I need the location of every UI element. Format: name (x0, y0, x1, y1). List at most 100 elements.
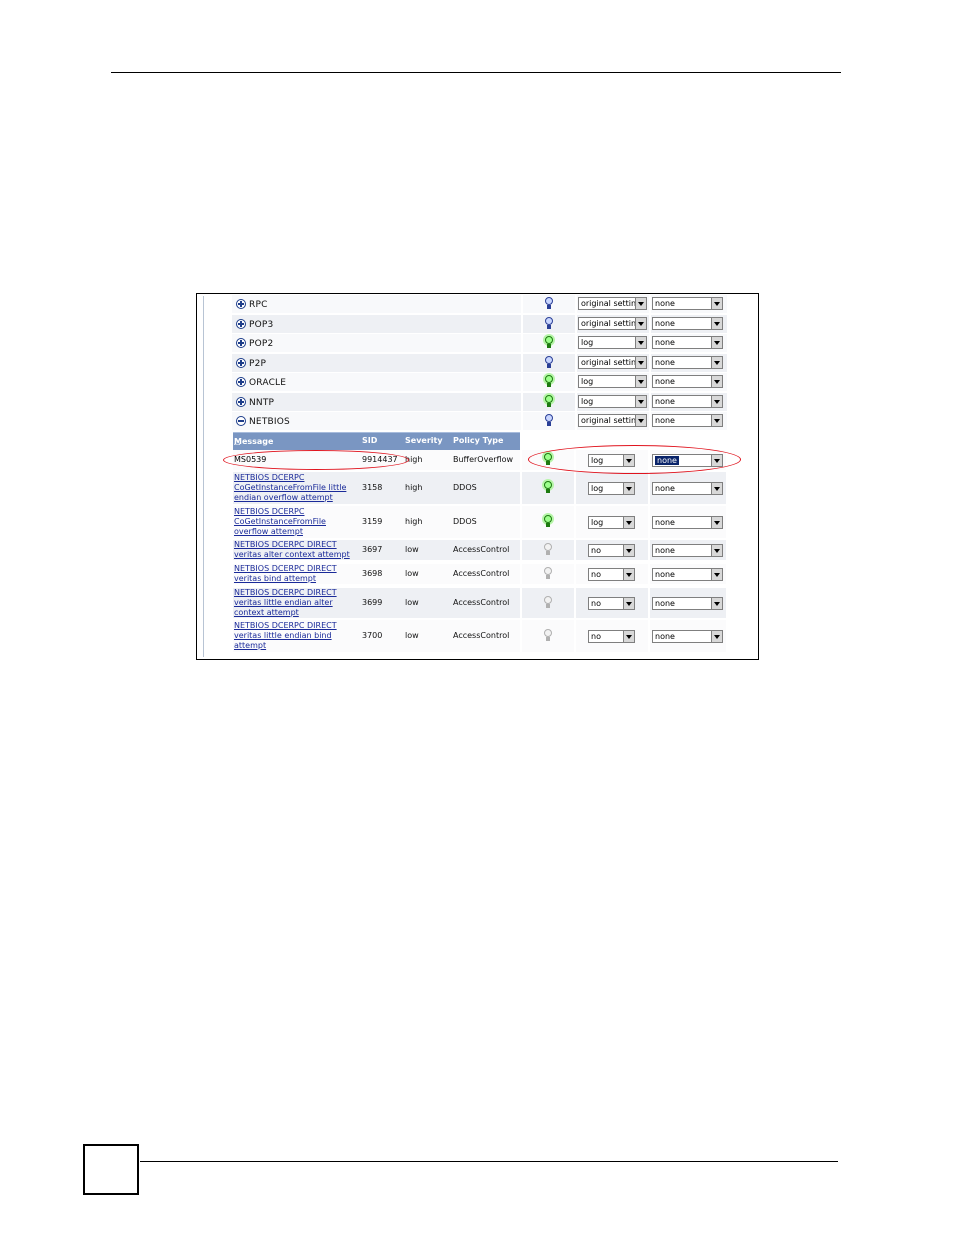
category-action-select[interactable]: original setting (578, 414, 647, 427)
rule-message-line: NETBIOS DCERPC (234, 507, 305, 516)
column-header-severity[interactable]: Severity (405, 436, 443, 445)
gray-bulb-icon (543, 596, 553, 610)
category-log-select[interactable]: none (652, 395, 723, 408)
chevron-down-icon[interactable] (623, 598, 634, 609)
rule-action-select[interactable]: no (588, 630, 635, 643)
rule-log-select[interactable]: none (652, 630, 723, 643)
rule-info-cell: NETBIOS DCERPC CoGetInstanceFromFile overf… (233, 506, 520, 538)
chevron-down-icon[interactable] (623, 517, 634, 528)
chevron-down-icon[interactable] (635, 415, 646, 426)
chevron-down-icon[interactable] (623, 483, 634, 494)
chevron-down-icon[interactable] (711, 598, 722, 609)
category-label[interactable]: RPC (249, 300, 268, 310)
category-log-select[interactable]: none (652, 297, 723, 310)
chevron-down-icon[interactable] (623, 545, 634, 556)
category-label[interactable]: ORACLE (249, 378, 286, 388)
rule-log-cell: none (650, 588, 726, 618)
rule-severity: low (405, 545, 419, 554)
rule-action-select[interactable]: log (588, 516, 635, 529)
chevron-down-icon[interactable] (711, 357, 722, 368)
bulb-base (546, 551, 550, 555)
category-log-select-value: none (655, 416, 675, 425)
category-action-select[interactable]: original setting (578, 317, 647, 330)
category-label[interactable]: POP3 (249, 320, 273, 330)
expand-icon[interactable] (236, 338, 246, 348)
rule-action-select-value: no (591, 599, 601, 608)
chevron-down-icon[interactable] (711, 337, 722, 348)
bulb-glass (544, 567, 552, 575)
category-log-select-value: none (655, 338, 675, 347)
collapse-icon[interactable] (236, 416, 246, 426)
chevron-down-icon[interactable] (711, 376, 722, 387)
bulb-glass (545, 356, 553, 364)
rule-log-select[interactable]: none (652, 516, 723, 529)
category-label[interactable]: NNTP (249, 398, 274, 408)
category-name-cell: RPC (232, 295, 521, 313)
category-action-select[interactable]: log (578, 375, 647, 388)
rule-message-link[interactable]: NETBIOS DCERPC DIRECT veritas alter conte… (234, 540, 350, 560)
rule-message-link[interactable]: NETBIOS DCERPC DIRECT veritas bind attemp… (234, 564, 337, 584)
chevron-down-icon[interactable] (711, 631, 722, 642)
chevron-down-icon[interactable] (711, 396, 722, 407)
category-action-select-value: log (581, 338, 594, 347)
category-log-select[interactable]: none (652, 317, 723, 330)
chevron-down-icon[interactable] (635, 396, 646, 407)
rule-message-line: NETBIOS DCERPC DIRECT (234, 540, 337, 549)
chevron-down-icon[interactable] (635, 337, 646, 348)
column-header-sid[interactable]: SID (362, 436, 377, 445)
chevron-down-icon[interactable] (711, 483, 722, 494)
category-action-select[interactable]: original setting (578, 297, 647, 310)
rule-action-select-value: log (591, 484, 604, 493)
chevron-down-icon[interactable] (711, 569, 722, 580)
rule-action-select[interactable]: no (588, 597, 635, 610)
category-log-cell: none (651, 393, 727, 411)
sort-ascending-icon[interactable]: △ (234, 437, 240, 446)
rule-status-cell (522, 506, 574, 538)
expand-icon[interactable] (236, 358, 246, 368)
rule-message-line: NETBIOS DCERPC DIRECT (234, 621, 337, 630)
category-action-select[interactable]: log (578, 395, 647, 408)
category-log-select[interactable]: none (652, 414, 723, 427)
rule-log-select[interactable]: none (652, 597, 723, 610)
chevron-down-icon[interactable] (711, 517, 722, 528)
chevron-down-icon[interactable] (635, 298, 646, 309)
category-label[interactable]: POP2 (249, 339, 273, 349)
rule-message-link[interactable]: NETBIOS DCERPC CoGetInstanceFromFile litt… (234, 473, 346, 502)
chevron-down-icon[interactable] (711, 318, 722, 329)
category-action-select[interactable]: log (578, 336, 647, 349)
chevron-down-icon[interactable] (635, 357, 646, 368)
bulb-glass (544, 481, 552, 489)
chevron-down-icon[interactable] (635, 376, 646, 387)
chevron-down-icon[interactable] (623, 631, 634, 642)
rule-action-select[interactable]: log (588, 482, 635, 495)
rule-action-select[interactable]: no (588, 544, 635, 557)
category-label[interactable]: P2P (249, 359, 266, 369)
expand-icon[interactable] (236, 319, 246, 329)
category-log-select[interactable]: none (652, 336, 723, 349)
category-name-cell: ORACLE (232, 373, 521, 391)
expand-icon[interactable] (236, 397, 246, 407)
expand-icon[interactable] (236, 299, 246, 309)
rule-log-select[interactable]: none (652, 482, 723, 495)
rule-severity: low (405, 598, 419, 607)
chevron-down-icon[interactable] (711, 545, 722, 556)
bulb-glass (545, 317, 553, 325)
rule-message-link[interactable]: NETBIOS DCERPC CoGetInstanceFromFile overf… (234, 507, 326, 536)
chevron-down-icon[interactable] (635, 318, 646, 329)
chevron-down-icon[interactable] (711, 415, 722, 426)
rule-message-link[interactable]: NETBIOS DCERPC DIRECT veritas little endi… (234, 588, 337, 617)
rule-log-select[interactable]: none (652, 544, 723, 557)
rule-log-select[interactable]: none (652, 568, 723, 581)
chevron-down-icon[interactable] (711, 298, 722, 309)
column-header-policy-type[interactable]: Policy Type (453, 436, 503, 445)
category-log-select[interactable]: none (652, 356, 723, 369)
rule-status-cell (522, 472, 574, 504)
green-bulb-icon (544, 336, 554, 350)
chevron-down-icon[interactable] (623, 569, 634, 580)
category-log-select[interactable]: none (652, 375, 723, 388)
category-label[interactable]: NETBIOS (249, 417, 290, 427)
expand-icon[interactable] (236, 377, 246, 387)
rule-message-link[interactable]: NETBIOS DCERPC DIRECT veritas little endi… (234, 621, 337, 650)
rule-action-select[interactable]: no (588, 568, 635, 581)
category-action-select[interactable]: original setting (578, 356, 647, 369)
